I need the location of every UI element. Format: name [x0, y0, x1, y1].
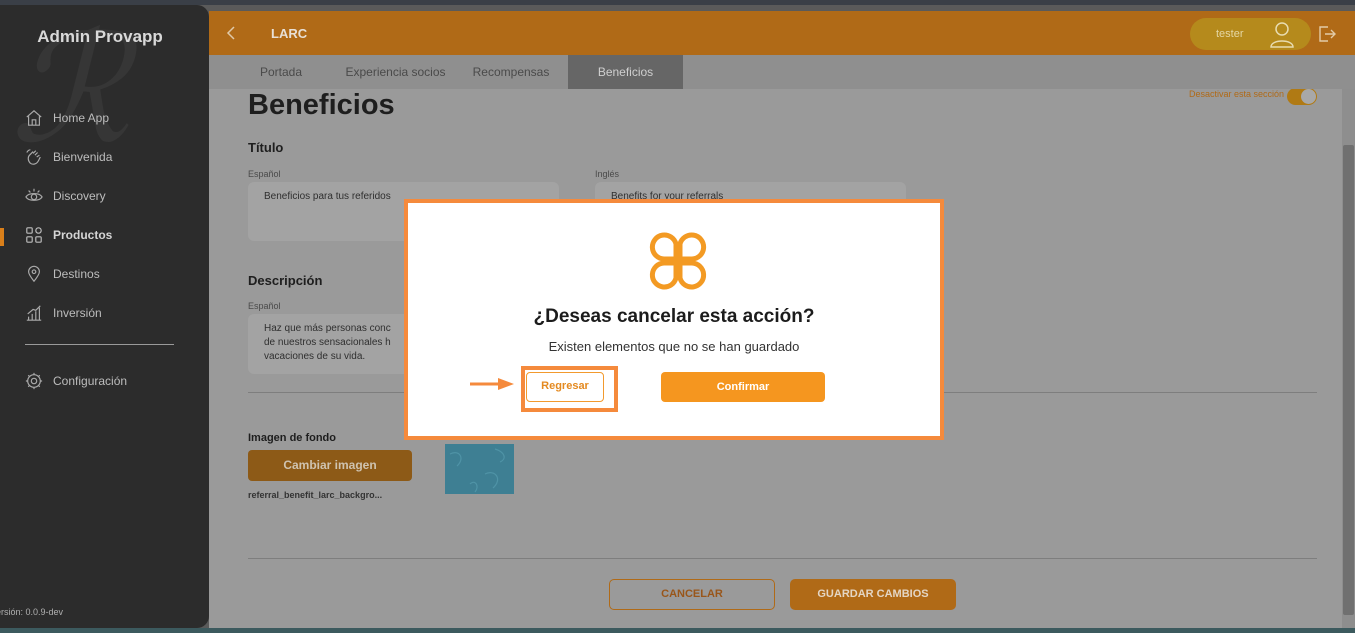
page-title: Beneficios [248, 89, 395, 121]
dialog-title: ¿Deseas cancelar esta acción? [533, 306, 815, 327]
section-tabs: Portada Experiencia socios Recompensas B… [209, 55, 1355, 89]
sidebar-item-destinos[interactable]: Destinos [25, 265, 100, 283]
sidebar-item-label: Configuración [53, 374, 128, 388]
cancel-button[interactable]: CANCELAR [609, 579, 775, 610]
sidebar: ℛ Admin Provapp Home App Bienvenida Disc… [0, 5, 209, 628]
location-pin-icon [28, 265, 40, 283]
sidebar-item-home-app[interactable]: Home App [25, 109, 109, 127]
sidebar-item-label: Inversión [53, 306, 102, 320]
sidebar-divider [25, 344, 174, 345]
bar-chart-icon [26, 305, 42, 321]
sidebar-item-label: Destinos [53, 267, 100, 281]
confirm-dialog: ¿Deseas cancelar esta acción? Existen el… [404, 199, 944, 440]
back-button[interactable]: Regresar [526, 372, 604, 402]
sidebar-item-configuracion[interactable]: Configuración [25, 372, 127, 390]
eye-icon [25, 188, 43, 201]
sidebar-item-productos[interactable]: Productos [25, 226, 112, 244]
active-indicator [0, 228, 4, 246]
footer-divider [248, 558, 1317, 559]
brand-title: Admin Provapp [37, 27, 163, 46]
dialog-subtitle: Existen elementos que no se han guardado [548, 339, 800, 354]
logout-icon[interactable] [1317, 24, 1337, 44]
waving-hand-icon [26, 149, 41, 165]
sidebar-item-discovery[interactable]: Discovery [25, 187, 106, 205]
confirm-button[interactable]: Confirmar [661, 372, 825, 402]
tab-portada[interactable]: Portada [245, 55, 317, 89]
user-menu[interactable]: tester [1190, 18, 1311, 50]
descripcion-heading: Descripción [248, 273, 323, 288]
version-text: ersión: 0.0.9-dev [0, 607, 64, 617]
titulo-es-value: Beneficios para tus referidos [264, 191, 391, 202]
header-title: LARC [271, 26, 308, 41]
imagen-label: Imagen de fondo [248, 432, 336, 444]
gear-icon [25, 372, 43, 390]
window-bottom-strip [0, 628, 1355, 633]
arrow-right-icon [470, 378, 514, 390]
user-icon [1270, 22, 1294, 48]
image-filename: referral_benefit_larc_backgro... [248, 490, 383, 500]
tab-experiencia-socios[interactable]: Experiencia socios [342, 55, 449, 89]
titulo-es-label: Español [248, 169, 281, 179]
background-image-thumbnail[interactable] [445, 444, 514, 494]
change-image-button[interactable]: Cambiar imagen [248, 450, 412, 481]
section-toggle[interactable] [1287, 89, 1317, 105]
top-header: LARC tester [209, 11, 1355, 55]
username: tester [1216, 28, 1244, 40]
toggle-knob [1301, 89, 1316, 104]
grid-icon [26, 227, 42, 243]
clover-logo-icon [649, 232, 707, 290]
tab-beneficios[interactable]: Beneficios [568, 55, 683, 89]
tab-recompensas[interactable]: Recompensas [467, 55, 555, 89]
chevron-left-icon[interactable] [221, 23, 241, 43]
scrollbar-thumb[interactable] [1343, 145, 1354, 615]
sidebar-item-inversion[interactable]: Inversión [25, 304, 102, 322]
house-icon [26, 110, 42, 126]
window-top-strip [0, 0, 1355, 5]
save-changes-button[interactable]: GUARDAR CAMBIOS [790, 579, 956, 610]
titulo-heading: Título [248, 140, 284, 155]
titulo-en-label: Inglés [595, 169, 620, 179]
sidebar-item-label: Discovery [53, 189, 106, 203]
sidebar-item-label: Bienvenida [53, 150, 113, 164]
sidebar-item-bienvenida[interactable]: Bienvenida [25, 148, 112, 166]
leaf-pattern-icon [449, 448, 505, 493]
toggle-label: Desactivar esta sección [1189, 89, 1285, 99]
sidebar-item-label: Home App [53, 111, 110, 125]
descripcion-es-label: Español [248, 301, 281, 311]
sidebar-item-label: Productos [53, 228, 113, 242]
